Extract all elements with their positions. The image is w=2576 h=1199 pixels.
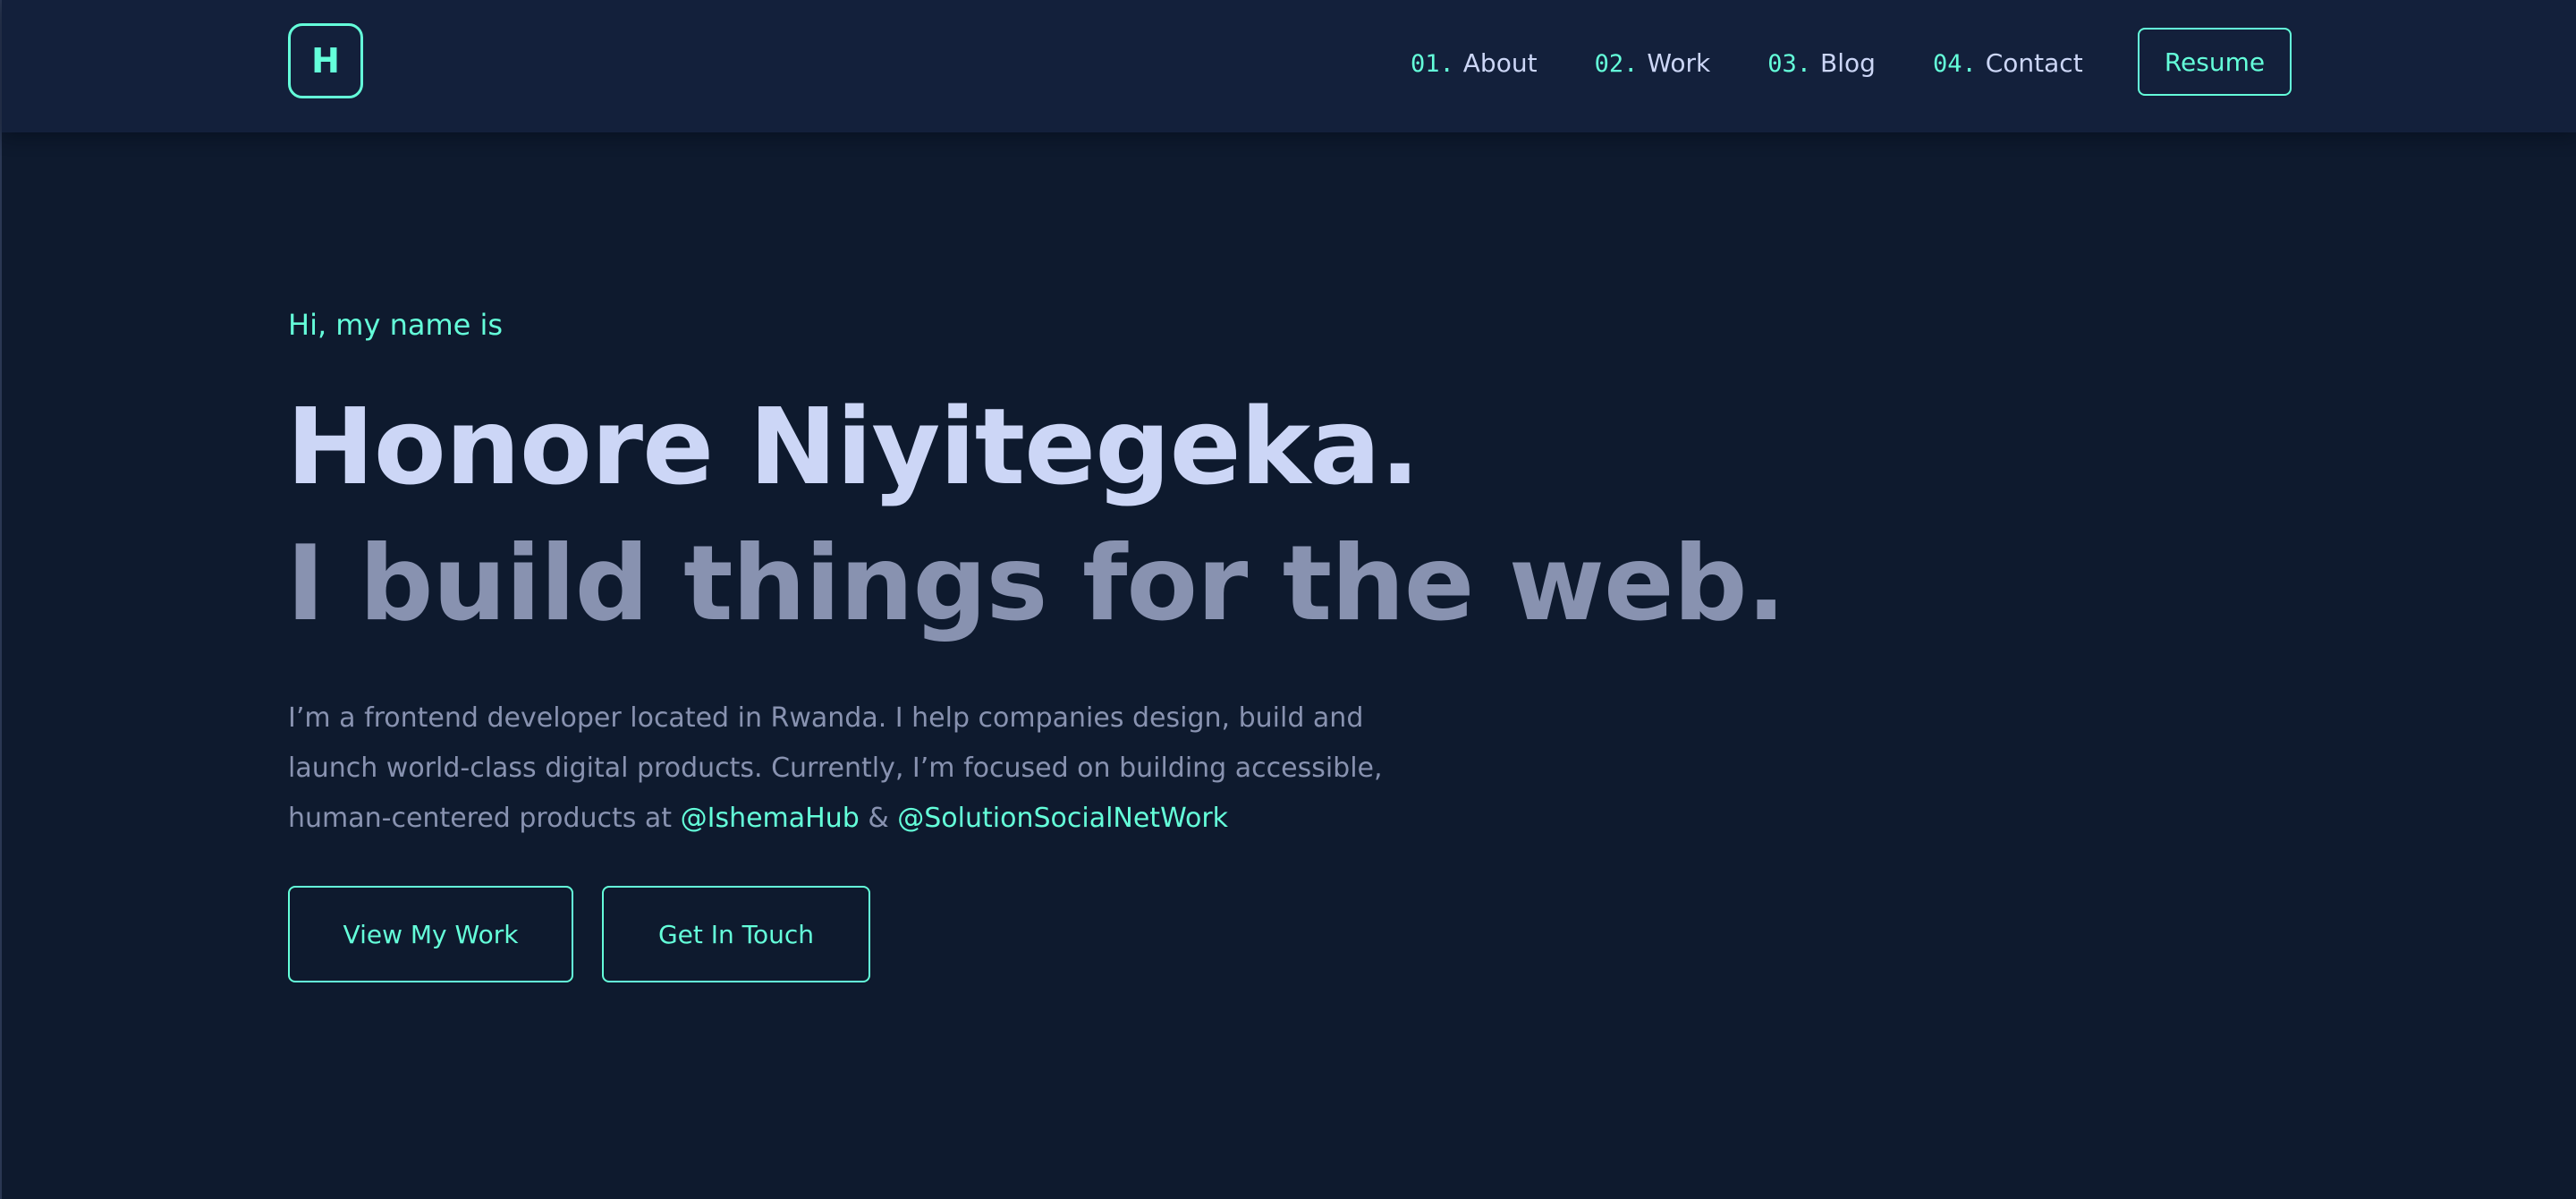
solutionsocialnetwork-link[interactable]: @SolutionSocialNetWork (897, 803, 1228, 834)
nav-number: 01. (1411, 49, 1454, 78)
nav-item-work[interactable]: 02. Work (1595, 48, 1711, 78)
nav-label: About (1462, 47, 1538, 78)
nav-label: Contact (1985, 47, 2083, 78)
ampersand-text: & (859, 803, 898, 834)
get-in-touch-button[interactable]: Get In Touch (602, 886, 870, 982)
logo-button[interactable]: H (288, 23, 363, 98)
nav-number: 02. (1594, 49, 1639, 78)
view-my-work-button[interactable]: View My Work (288, 886, 573, 982)
nav-label: Work (1647, 47, 1711, 78)
hero-description: I’m a frontend developer located in Rwan… (288, 693, 1451, 844)
nav-item-contact[interactable]: 04. Contact (1933, 48, 2083, 78)
nav-number: 03. (1767, 49, 1812, 78)
description-line: I’m a frontend developer located in Rwan… (288, 702, 1364, 734)
nav-number: 04. (1932, 49, 1977, 78)
description-line: launch world-class digital products. Cur… (288, 753, 1383, 784)
nav-links: 01. About 02. Work 03. Blog 04. Contact (1411, 0, 2083, 125)
ishemahub-link[interactable]: @IshemaHub (681, 803, 860, 834)
hero-intro: Hi, my name is (288, 308, 504, 342)
top-navbar: H 01. About 02. Work 03. Blog 04. Contac… (2, 0, 2576, 132)
description-text: human-centered products at (288, 803, 681, 834)
nav-item-about[interactable]: 01. About (1411, 48, 1538, 78)
resume-button[interactable]: Resume (2138, 28, 2292, 96)
nav-label: Blog (1820, 47, 1876, 78)
hero-tagline: I build things for the web. (286, 523, 1786, 644)
description-line: human-centered products at @IshemaHub & … (288, 794, 1451, 844)
hero-name: Honore Niyitegeka. (286, 385, 1420, 508)
nav-item-blog[interactable]: 03. Blog (1767, 48, 1876, 78)
portfolio-page: H 01. About 02. Work 03. Blog 04. Contac… (0, 0, 2576, 1199)
logo-letter: H (311, 41, 340, 81)
